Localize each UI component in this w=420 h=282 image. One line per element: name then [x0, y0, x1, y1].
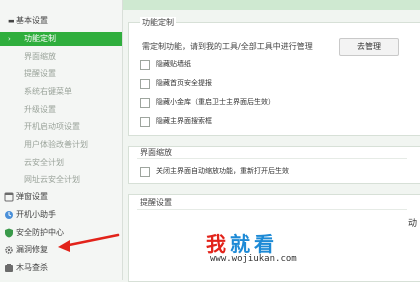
option-label: 隐藏小金库（重启卫士主界面后生效） [156, 98, 275, 106]
sidebar-section-security-center[interactable]: 安全防护中心 [0, 226, 122, 240]
shield-icon [5, 228, 13, 238]
sidebar-section-trojan-scan[interactable]: 木马查杀 [0, 261, 122, 275]
divider [137, 209, 407, 210]
popup-icon [4, 192, 14, 202]
top-accent-strip [123, 0, 420, 10]
gear-icon [5, 246, 13, 254]
option-label: 关闭主界面自动缩放功能，重新打开后生效 [156, 167, 289, 175]
trojan-icon [5, 264, 13, 272]
sidebar-section-label: 开机小助手 [16, 210, 56, 219]
checkbox[interactable] [140, 167, 150, 177]
option-label: 隐藏贴墙纸 [156, 60, 191, 68]
divider [137, 158, 407, 159]
sidebar-section-label: 安全防护中心 [16, 228, 64, 237]
checkbox[interactable] [140, 117, 150, 127]
sidebar-section-label: 漏洞修复 [16, 245, 48, 254]
feature-custom-panel: 功能定制 需定制功能，请到我的工具/全部工具中进行管理 去管理 隐藏贴墙纸 隐藏… [128, 17, 420, 136]
sidebar-item-label: 开机启动项设置 [24, 122, 80, 131]
feature-custom-hint: 需定制功能，请到我的工具/全部工具中进行管理 [142, 42, 313, 51]
watermark-char: 我 [206, 232, 226, 256]
sidebar-section-startup-helper[interactable]: 开机小助手 [0, 208, 122, 222]
sidebar-item-context-menu[interactable]: 系统右键菜单 [0, 85, 122, 99]
sidebar-item-label: 云安全计划 [24, 158, 64, 167]
startup-icon [5, 211, 13, 219]
sidebar-item-label: 界面缩放 [24, 52, 56, 61]
manage-button[interactable]: 去管理 [339, 38, 399, 56]
sidebar-section-popup[interactable]: 弹窗设置 [0, 190, 122, 204]
checkbox[interactable] [140, 98, 150, 108]
sidebar-section-vuln-fix[interactable]: 漏洞修复 [0, 243, 122, 257]
sidebar-item-label: 用户体验改善计划 [24, 140, 88, 149]
watermark-char: 就 [230, 232, 250, 256]
truncated-text: 动 [408, 219, 418, 229]
sidebar-item-startup-items[interactable]: 开机启动项设置 [0, 120, 122, 134]
sidebar-item-label: 升级设置 [24, 105, 56, 114]
section-title: 提醒设置 [140, 198, 172, 207]
sidebar-item-user-experience[interactable]: 用户体验改善计划 [0, 138, 122, 152]
sidebar-section-basic-settings[interactable]: ▬ 基本设置 [0, 14, 122, 28]
checkbox[interactable] [140, 60, 150, 70]
sidebar-item-cloud-security[interactable]: 云安全计划 [0, 156, 122, 170]
sidebar-item-label: 系统右键菜单 [24, 87, 72, 96]
settings-sidebar: ▬ 基本设置 › 功能定制 界面缩放 提醒设置 系统右键菜单 升级设置 开机启动… [0, 0, 123, 280]
sidebar-item-label: 功能定制 [24, 34, 56, 43]
sidebar-item-reminder[interactable]: 提醒设置 [0, 67, 122, 81]
sidebar-section-label: 基本设置 [16, 16, 48, 25]
section-title: 界面缩放 [140, 148, 172, 157]
sidebar-section-label: 弹窗设置 [16, 192, 48, 201]
sidebar-item-ui-zoom[interactable]: 界面缩放 [0, 50, 122, 64]
ui-zoom-panel: 界面缩放 关闭主界面自动缩放功能，重新打开后生效 [128, 146, 420, 184]
collapse-chevron-icon: ▬ [8, 17, 15, 25]
checkbox[interactable] [140, 79, 150, 89]
sidebar-item-feature-custom[interactable]: › 功能定制 [0, 32, 122, 46]
watermark-char: 看 [254, 232, 274, 256]
sidebar-item-label: 提醒设置 [24, 69, 56, 78]
option-label: 隐藏首页安全提报 [156, 79, 212, 87]
option-label: 隐藏主界面搜索框 [156, 117, 212, 125]
watermark-url: www.wojiukan.com [210, 254, 297, 264]
sidebar-section-label: 木马查杀 [16, 263, 48, 272]
reminder-panel: 提醒设置 [128, 194, 420, 282]
section-title: 功能定制 [140, 17, 176, 28]
sidebar-item-upgrade[interactable]: 升级设置 [0, 103, 122, 117]
sidebar-item-label: 网址云安全计划 [24, 175, 80, 184]
chevron-right-icon: › [8, 35, 11, 43]
sidebar-item-url-cloud-security[interactable]: 网址云安全计划 [0, 173, 122, 187]
